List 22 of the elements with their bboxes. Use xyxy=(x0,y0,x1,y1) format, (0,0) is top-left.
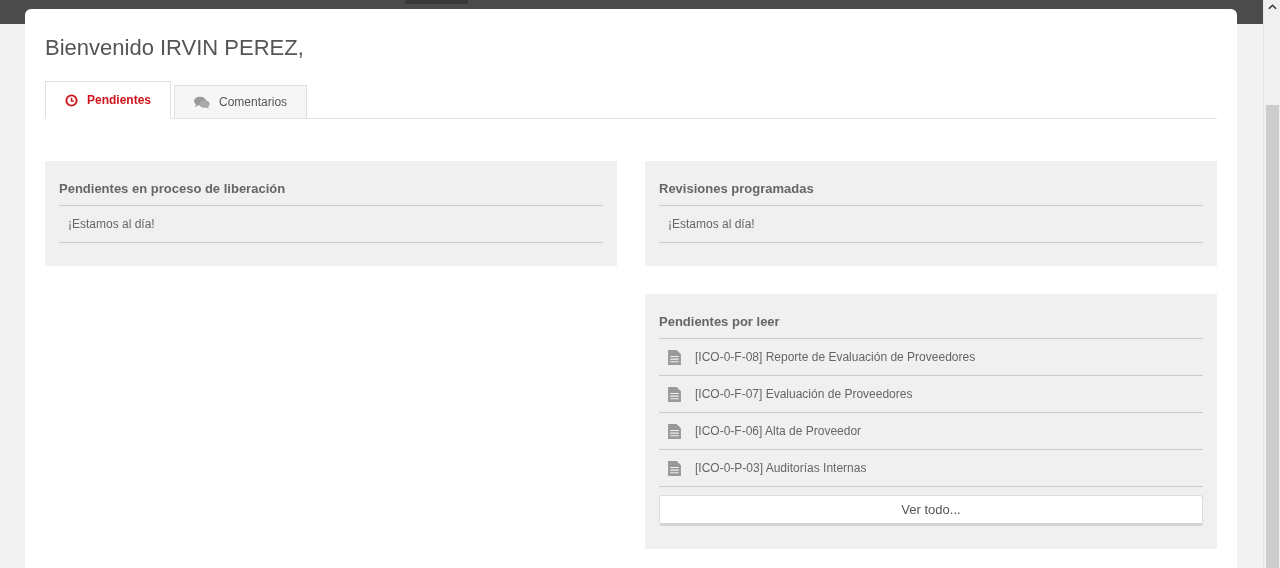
panel-title: Pendientes en proceso de liberación xyxy=(59,181,603,206)
document-link[interactable]: [ICO-0-F-08] Reporte de Evaluación de Proveedores xyxy=(695,350,976,364)
panel-title: Revisiones programadas xyxy=(659,181,1203,206)
scroll-thumb[interactable] xyxy=(1266,105,1279,568)
document-icon xyxy=(668,386,681,402)
document-icon xyxy=(668,349,681,365)
document-link[interactable]: [ICO-0-F-06] Alta de Proveedor xyxy=(695,424,862,438)
scrollbar[interactable] xyxy=(1263,0,1280,568)
panel-title: Pendientes por leer xyxy=(659,314,1203,339)
tab[interactable]: Pendientes xyxy=(45,81,172,119)
status-message: ¡Estamos al día! xyxy=(68,217,155,231)
status-message: ¡Estamos al día! xyxy=(668,217,755,231)
scroll-up-icon[interactable] xyxy=(1268,4,1277,10)
clock-icon xyxy=(65,93,78,107)
tab[interactable]: Comentarios xyxy=(174,85,308,118)
comments-icon xyxy=(194,95,211,109)
document-link[interactable]: [ICO-0-P-03] Auditorías Internas xyxy=(695,461,867,475)
welcome-heading: Bienvenido IRVIN PEREZ, xyxy=(45,35,305,61)
document-link[interactable]: [ICO-0-F-07] Evaluación de Proveedores xyxy=(695,387,913,401)
view-all-button[interactable]: Ver todo... xyxy=(659,495,1203,526)
document-icon xyxy=(668,423,681,439)
document-icon xyxy=(668,460,681,476)
